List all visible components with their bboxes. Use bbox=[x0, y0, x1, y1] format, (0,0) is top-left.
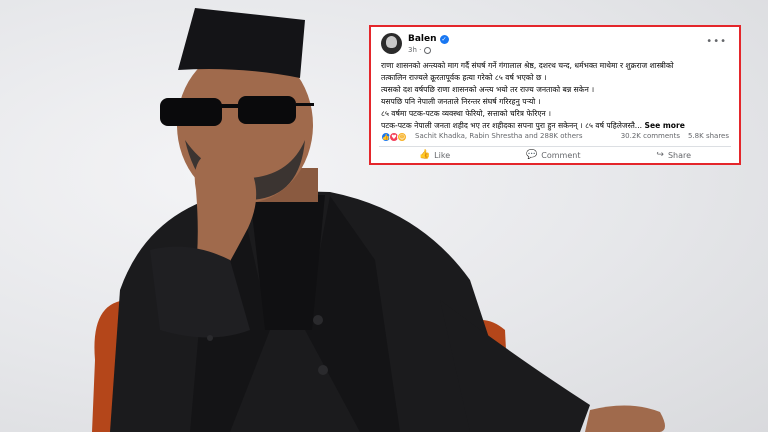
author-name[interactable]: Balen bbox=[408, 34, 437, 44]
post-line: राणा शासनको अन्त्यको माग गर्दै संघर्ष गर… bbox=[381, 61, 674, 70]
comment-button[interactable]: 💬 Comment bbox=[526, 148, 580, 162]
shares-count[interactable]: 5.8K shares bbox=[688, 132, 729, 140]
post-meta: 3h · bbox=[408, 46, 432, 54]
like-icon: 👍 bbox=[418, 150, 431, 160]
verified-icon: ✓ bbox=[439, 34, 449, 44]
post-stats: 👍 ♥ ☺ Sachit Khadka, Rabin Shrestha and … bbox=[381, 131, 733, 143]
comment-label: Comment bbox=[541, 150, 581, 160]
reactors-summary[interactable]: Sachit Khadka, Rabin Shrestha and 288K o… bbox=[415, 132, 583, 140]
share-icon: ↪ bbox=[656, 150, 664, 160]
facebook-post-card: Balen ✓ 3h · ••• राणा शासनको अन्त्यको मा… bbox=[369, 25, 741, 165]
engagement-counts: 30.2K comments 5.8K shares bbox=[621, 132, 729, 140]
divider bbox=[379, 146, 731, 147]
globe-icon bbox=[424, 46, 432, 54]
reaction-icons[interactable]: 👍 ♥ ☺ bbox=[381, 132, 407, 142]
haha-reaction-icon: ☺ bbox=[397, 132, 407, 142]
post-line: तत्कालिन राज्यले क्रूरतापूर्वक हत्या गरे… bbox=[381, 73, 547, 82]
share-button[interactable]: ↪ Share bbox=[656, 148, 691, 162]
comments-count[interactable]: 30.2K comments bbox=[621, 132, 680, 140]
post-line: पटक-पटक नेपाली जनता शहीद भए तर शहीदका सप… bbox=[381, 121, 643, 130]
post-author[interactable]: Balen ✓ bbox=[408, 34, 449, 44]
post-actions: 👍 Like 💬 Comment ↪ Share bbox=[381, 148, 729, 162]
avatar[interactable] bbox=[381, 33, 402, 54]
more-options-icon[interactable]: ••• bbox=[706, 36, 727, 47]
like-label: Like bbox=[434, 150, 451, 160]
see-more-link[interactable]: See more bbox=[644, 121, 684, 130]
post-line: ८५ वर्षमा पटक-पटक व्यवस्था फेरियो, सत्ता… bbox=[381, 109, 552, 118]
share-label: Share bbox=[667, 150, 692, 160]
post-text: राणा शासनको अन्त्यको माग गर्दै संघर्ष गर… bbox=[381, 60, 733, 132]
post-line: त्यसको दश वर्षपछि राणा शासनको अन्त्य भयो… bbox=[381, 85, 595, 94]
comment-icon: 💬 bbox=[526, 150, 538, 160]
like-button[interactable]: 👍 Like bbox=[419, 148, 450, 162]
post-time[interactable]: 3h · bbox=[408, 46, 421, 54]
post-header: Balen ✓ 3h · ••• bbox=[381, 33, 731, 57]
post-line: यसपछि पनि नेपाली जनताले निरन्तर संघर्ष ग… bbox=[381, 97, 541, 106]
